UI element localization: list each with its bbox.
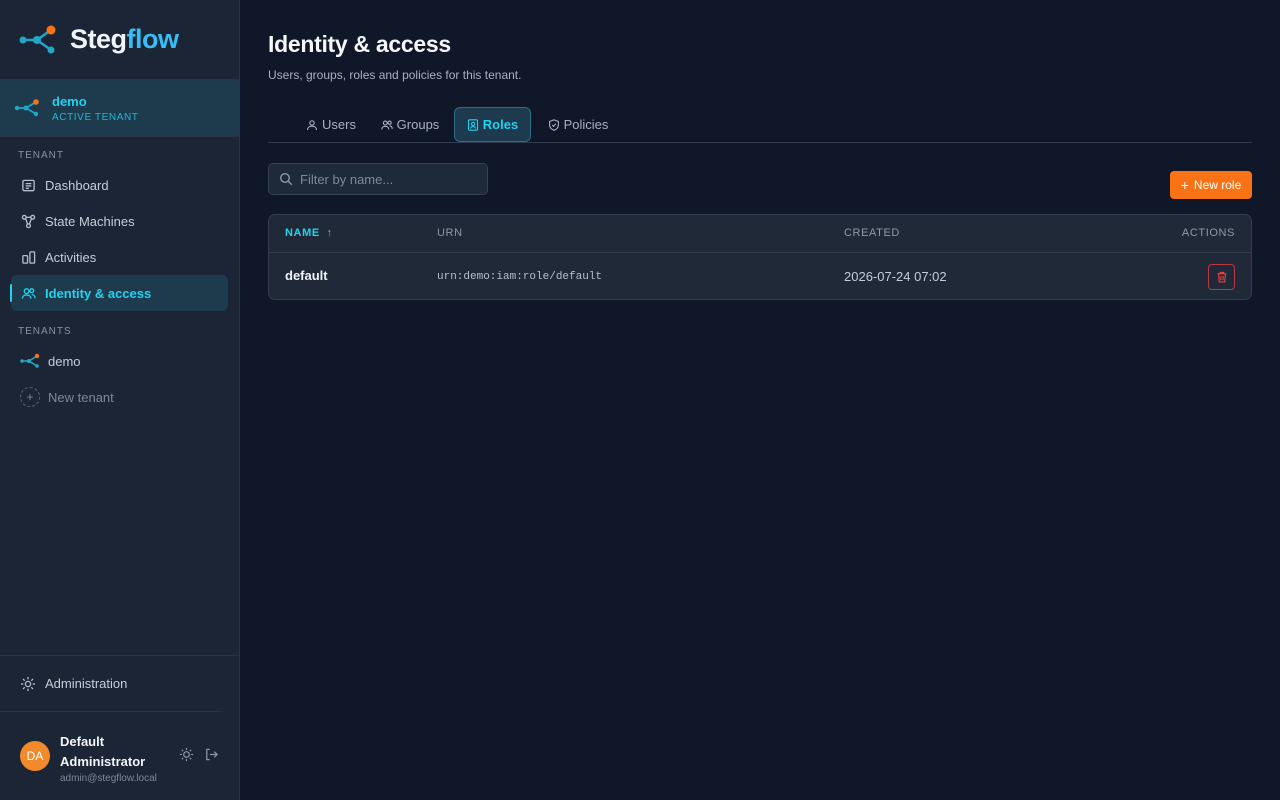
state-machine-icon xyxy=(21,214,36,228)
user-icon xyxy=(306,119,318,130)
shield-icon xyxy=(548,118,559,131)
administration-link[interactable]: Administration xyxy=(0,656,223,712)
active-tenant-name: demo xyxy=(52,93,87,109)
search-box xyxy=(268,163,488,195)
sort-ascending-icon: ↑ xyxy=(326,227,333,239)
page-title: Identity & access xyxy=(268,31,451,57)
plus-icon: + xyxy=(20,387,40,407)
sidebar-item-label: Dashboard xyxy=(45,177,109,193)
sidebar-item-label: State Machines xyxy=(45,213,135,229)
tab-label: Users xyxy=(322,117,356,132)
sidebar-item-label: Identity & access xyxy=(45,285,152,301)
tab-label: Roles xyxy=(482,117,519,132)
flow-nodes-icon xyxy=(20,353,40,368)
dashboard-icon xyxy=(22,179,35,191)
new-role-label: New role xyxy=(1193,178,1242,192)
flow-nodes-icon xyxy=(14,99,39,117)
sun-icon[interactable] xyxy=(179,747,194,762)
column-header-urn: URN xyxy=(437,227,463,239)
administration-label: Administration xyxy=(45,676,128,691)
user-email: admin@stegflow.local xyxy=(60,773,157,784)
sidebar-item-activities[interactable]: Activities xyxy=(11,239,228,275)
column-header-name[interactable]: NAME ↑ xyxy=(285,227,333,239)
plus-icon: + xyxy=(1180,177,1189,193)
trash-icon xyxy=(1217,271,1226,283)
sidebar-footer: Administration DA Default Administrator … xyxy=(0,655,239,800)
brand[interactable]: Stegflow xyxy=(0,0,239,80)
logout-icon[interactable] xyxy=(204,747,219,762)
brand-name-part1: Steg xyxy=(70,24,127,54)
column-header-label: NAME xyxy=(285,227,320,239)
tenants-section-label: TENANTS xyxy=(18,326,72,337)
sidebar-item-dashboard[interactable]: Dashboard xyxy=(11,167,228,203)
users-icon xyxy=(21,287,36,299)
tenant-item-demo[interactable]: demo xyxy=(11,343,228,379)
table-row[interactable]: default urn:demo:iam:role/default 2026-0… xyxy=(269,253,1251,299)
main-content: Identity & access Users, groups, roles a… xyxy=(268,0,1252,800)
role-urn: urn:demo:iam:role/default xyxy=(437,271,603,283)
brand-name: Stegflow xyxy=(70,24,179,55)
sidebar-item-label: Activities xyxy=(45,249,97,265)
tab-roles[interactable]: Roles xyxy=(454,107,531,142)
role-created: 2026-07-24 07:02 xyxy=(844,269,947,284)
brand-name-part2: flow xyxy=(126,24,180,54)
role-name: default xyxy=(285,268,328,283)
user-profile: DA Default Administrator admin@stegflow.… xyxy=(0,712,239,800)
tab-bar: Users Groups Roles Policies xyxy=(268,107,1252,143)
new-tenant-label: New tenant xyxy=(48,389,114,405)
column-header-actions: ACTIONS xyxy=(1181,227,1235,239)
search-icon xyxy=(279,172,293,186)
tab-label: Policies xyxy=(563,117,609,132)
tenant-label: demo xyxy=(48,353,81,369)
sidebar-item-state-machines[interactable]: State Machines xyxy=(11,203,228,239)
activities-icon xyxy=(22,250,36,264)
tab-policies[interactable]: Policies xyxy=(541,107,615,142)
active-tenant-label: ACTIVE TENANT xyxy=(52,111,139,123)
sidebar-item-identity-access[interactable]: Identity & access xyxy=(10,275,228,311)
table-header: NAME ↑ URN CREATED ACTIONS xyxy=(269,215,1251,253)
page-subtitle: Users, groups, roles and policies for th… xyxy=(268,68,522,82)
role-badge-icon xyxy=(467,118,478,131)
delete-role-button[interactable] xyxy=(1208,264,1235,290)
tab-groups[interactable]: Groups xyxy=(371,107,449,142)
group-icon xyxy=(380,120,393,130)
flow-nodes-icon xyxy=(19,25,56,53)
sidebar: Stegflow demo ACTIVE TENANT TENANT Dashb… xyxy=(0,0,240,800)
user-name: Default Administrator xyxy=(60,734,146,769)
roles-table: NAME ↑ URN CREATED ACTIONS default urn:d… xyxy=(268,214,1252,300)
avatar[interactable]: DA xyxy=(20,741,50,771)
new-tenant-button[interactable]: + New tenant xyxy=(11,379,228,415)
search-input[interactable] xyxy=(300,171,480,187)
column-header-created: CREATED xyxy=(844,227,900,239)
active-tenant-card[interactable]: demo ACTIVE TENANT xyxy=(0,80,239,137)
new-role-button[interactable]: + New role xyxy=(1170,171,1252,199)
gear-icon xyxy=(21,676,35,691)
tab-label: Groups xyxy=(396,117,440,132)
tab-users[interactable]: Users xyxy=(287,107,375,142)
tenant-section-label: TENANT xyxy=(18,150,64,161)
